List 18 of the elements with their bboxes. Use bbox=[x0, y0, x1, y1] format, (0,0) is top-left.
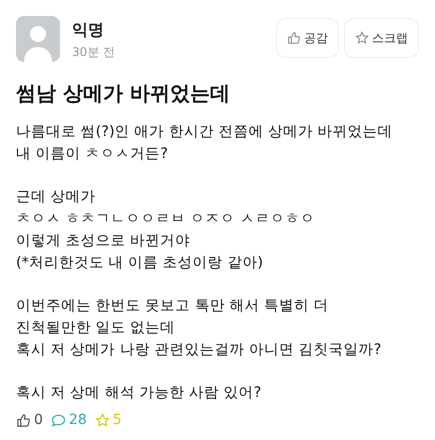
stat-count: 28 bbox=[68, 412, 87, 428]
star-icon bbox=[355, 31, 369, 45]
avatar bbox=[16, 16, 60, 62]
post-paragraph: 이번주에는 한번도 못보고 톡만 해서 특별히 더 진척될만한 일도 없는데 혹시 저 상메가 나랑 관련있는걸까 아니면 김칫국일까? bbox=[16, 297, 382, 360]
post-title: 썸남 상메가 바뀌었는데 bbox=[16, 80, 231, 107]
star-icon bbox=[94, 412, 110, 428]
thumbs-up-icon bbox=[16, 412, 31, 428]
scrap-button[interactable]: 스크랩 bbox=[344, 18, 419, 58]
post-paragraph: 근데 상메가 ㅊㅇㅅ ㅎㅊㄱㄴㅇㅇㄹㅂ ㅇㅈㅇ ㅅㄹㅇㅎㅇ 이렇게 초성으로 바뀐거야 (*처리한것도 내 이름 초성이랑 같아) bbox=[16, 188, 316, 273]
post-paragraph: 나름대로 썸(?)인 애가 한시간 전쯤에 상메가 바뀌었는데 내 이름이 ㅊㅇㅅ거든? bbox=[16, 123, 394, 164]
stat-count: 5 bbox=[112, 412, 122, 428]
post-paragraph: 혹시 저 상메 해석 가능한 사람 있어? bbox=[16, 384, 262, 403]
like-button[interactable]: 공감 bbox=[276, 18, 339, 58]
thumbs-up-icon bbox=[287, 31, 301, 45]
speech-bubble-icon bbox=[50, 412, 66, 428]
author-name: 익명 bbox=[72, 20, 105, 41]
stat-count: 0 bbox=[34, 412, 43, 428]
post-time: 30분 전 bbox=[72, 44, 116, 61]
